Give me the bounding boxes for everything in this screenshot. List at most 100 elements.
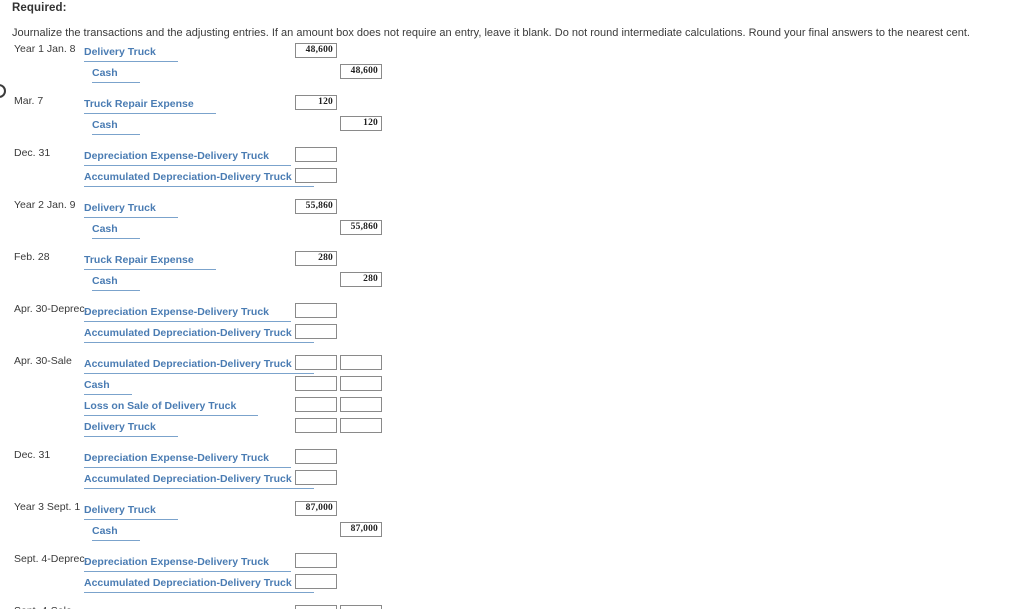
account-select-link[interactable]: Depreciation Expense-Delivery Truck [84, 556, 291, 572]
journal-entry-block: Apr. 30-Deprec. Depreciation Expense-Deli… [0, 302, 1024, 344]
entry-date: Sept. 4-Sale [14, 605, 92, 609]
credit-amount-input[interactable]: 55,860 [340, 220, 382, 235]
credit-amount-input[interactable]: 120 [340, 116, 382, 131]
account-cell: Cash [84, 375, 132, 395]
account-select-link[interactable]: Cash [92, 119, 140, 135]
entry-date: Dec. 31 [14, 449, 51, 461]
account-select-link[interactable]: Accumulated Depreciation-Delivery Truck [84, 358, 314, 374]
debit-amount-input[interactable] [295, 303, 337, 318]
account-cell: Accumulated Depreciation-Delivery Truck [84, 469, 314, 489]
debit-amount-input[interactable] [295, 574, 337, 589]
credit-amount-input[interactable]: 87,000 [340, 522, 382, 537]
journal-entry-block: Apr. 30-Sale Accumulated Depreciation-Del… [0, 354, 1024, 438]
journal-entry-row: Cash 55,860 [0, 219, 1024, 240]
journal-entry-row: Loss on Sale of Delivery Truck [0, 396, 1024, 417]
account-select-link[interactable]: Cash [84, 379, 132, 395]
account-select-link[interactable]: Accumulated Depreciation-Delivery Truck [84, 327, 314, 343]
entry-date: Year 1 Jan. 8 [14, 43, 76, 55]
account-cell: Cash [92, 521, 140, 541]
journal-entry-row: Mar. 7 Truck Repair Expense 120 [0, 94, 1024, 115]
account-select-link[interactable]: Delivery Truck [84, 421, 178, 437]
debit-amount-input[interactable] [295, 470, 337, 485]
credit-amount-input[interactable]: 280 [340, 272, 382, 287]
account-select-link[interactable]: Depreciation Expense-Delivery Truck [84, 452, 291, 468]
journal-entry-row: Dec. 31 Depreciation Expense-Delivery Tru… [0, 448, 1024, 469]
credit-amount-input[interactable] [340, 418, 382, 433]
account-select-link[interactable]: Cash [92, 275, 140, 291]
account-select-link[interactable]: Delivery Truck [84, 504, 178, 520]
debit-amount-input[interactable]: 120 [295, 95, 337, 110]
account-select-link[interactable]: Depreciation Expense-Delivery Truck [84, 150, 291, 166]
debit-amount-input[interactable] [295, 147, 337, 162]
account-cell: Truck Repair Expense [84, 94, 216, 114]
debit-amount-input[interactable]: 55,860 [295, 199, 337, 214]
debit-amount-input[interactable] [295, 324, 337, 339]
debit-amount-input[interactable] [295, 418, 337, 433]
debit-amount-input[interactable]: 280 [295, 251, 337, 266]
journal-entry-row: Accumulated Depreciation-Delivery Truck [0, 573, 1024, 594]
journal-entry-row: Cash 280 [0, 271, 1024, 292]
account-cell: Accumulated Depreciation-Delivery Truck [84, 167, 314, 187]
journal-entry-block: Year 3 Sept. 1 Delivery Truck 87,000 Cash 87… [0, 500, 1024, 542]
journal-entry-block: Sept. 4-SaleCashAccumulated Depreciation… [0, 604, 1024, 609]
account-cell: Delivery Truck [84, 500, 178, 520]
entry-date: Apr. 30-Sale [14, 355, 72, 367]
entry-date: Year 3 Sept. 1 [14, 501, 81, 513]
journal-entry-row: Accumulated Depreciation-Delivery Truck [0, 167, 1024, 188]
journal-entry-row: Cash 120 [0, 115, 1024, 136]
account-cell: Truck Repair Expense [84, 250, 216, 270]
journal-entry-block: Sept. 4-Deprec. Depreciation Expense-Deli… [0, 552, 1024, 594]
journal-entry-row: Dec. 31 Depreciation Expense-Delivery Tru… [0, 146, 1024, 167]
account-select-link[interactable]: Truck Repair Expense [84, 98, 216, 114]
debit-amount-input[interactable] [295, 605, 337, 609]
required-heading: Required: [12, 2, 67, 14]
debit-amount-input[interactable] [295, 168, 337, 183]
account-cell: Accumulated Depreciation-Delivery Truck [84, 573, 314, 593]
debit-amount-input[interactable] [295, 553, 337, 568]
journal-entry-row: Sept. 4-SaleCash [0, 604, 1024, 609]
journal-entry-row: Delivery Truck [0, 417, 1024, 438]
account-cell: Cash [92, 271, 140, 291]
account-select-link[interactable]: Truck Repair Expense [84, 254, 216, 270]
instructions-text: Journalize the transactions and the adju… [12, 27, 970, 39]
credit-amount-input[interactable] [340, 397, 382, 412]
account-select-link[interactable]: Delivery Truck [84, 46, 178, 62]
account-select-link[interactable]: Accumulated Depreciation-Delivery Truck [84, 577, 314, 593]
debit-amount-input[interactable] [295, 376, 337, 391]
debit-amount-input[interactable] [295, 355, 337, 370]
account-select-link[interactable]: Accumulated Depreciation-Delivery Truck [84, 473, 314, 489]
account-select-link[interactable]: Cash [92, 223, 140, 239]
account-select-link[interactable]: Cash [92, 67, 140, 83]
journal-entry-row: Apr. 30-Deprec. Depreciation Expense-Deli… [0, 302, 1024, 323]
entry-date: Feb. 28 [14, 251, 50, 263]
journal-entry-row: Accumulated Depreciation-Delivery Truck [0, 469, 1024, 490]
debit-amount-input[interactable] [295, 449, 337, 464]
credit-amount-input[interactable] [340, 605, 382, 609]
account-select-link[interactable]: Cash [92, 525, 140, 541]
entry-date: Sept. 4-Deprec. [14, 553, 88, 565]
debit-amount-input[interactable]: 48,600 [295, 43, 337, 58]
account-cell: Cash [92, 219, 140, 239]
journal-entry-row: Year 2 Jan. 9 Delivery Truck 55,860 [0, 198, 1024, 219]
journal-entry-block: Year 1 Jan. 8 Delivery Truck 48,600 Cash 48,… [0, 42, 1024, 84]
account-select-link[interactable]: Accumulated Depreciation-Delivery Truck [84, 171, 314, 187]
journal-entry-table: Year 1 Jan. 8 Delivery Truck 48,600 Cash 48,… [0, 42, 1024, 609]
journal-entry-row: Year 1 Jan. 8 Delivery Truck 48,600 [0, 42, 1024, 63]
entry-date: Mar. 7 [14, 95, 44, 107]
account-cell: Delivery Truck [84, 42, 178, 62]
credit-amount-input[interactable] [340, 376, 382, 391]
account-cell: Delivery Truck [84, 417, 178, 437]
debit-amount-input[interactable]: 87,000 [295, 501, 337, 516]
credit-amount-input[interactable]: 48,600 [340, 64, 382, 79]
account-select-link[interactable]: Depreciation Expense-Delivery Truck [84, 306, 291, 322]
journal-entry-row: Accumulated Depreciation-Delivery Truck [0, 323, 1024, 344]
debit-amount-input[interactable] [295, 397, 337, 412]
account-cell: Cash [92, 115, 140, 135]
account-select-link[interactable]: Delivery Truck [84, 202, 178, 218]
journal-entry-row: Cash [0, 375, 1024, 396]
account-cell: Cash [84, 604, 132, 609]
account-select-link[interactable]: Loss on Sale of Delivery Truck [84, 400, 259, 416]
journal-entry-row: Feb. 28 Truck Repair Expense 280 [0, 250, 1024, 271]
credit-amount-input[interactable] [340, 355, 382, 370]
account-cell: Cash [92, 63, 140, 83]
